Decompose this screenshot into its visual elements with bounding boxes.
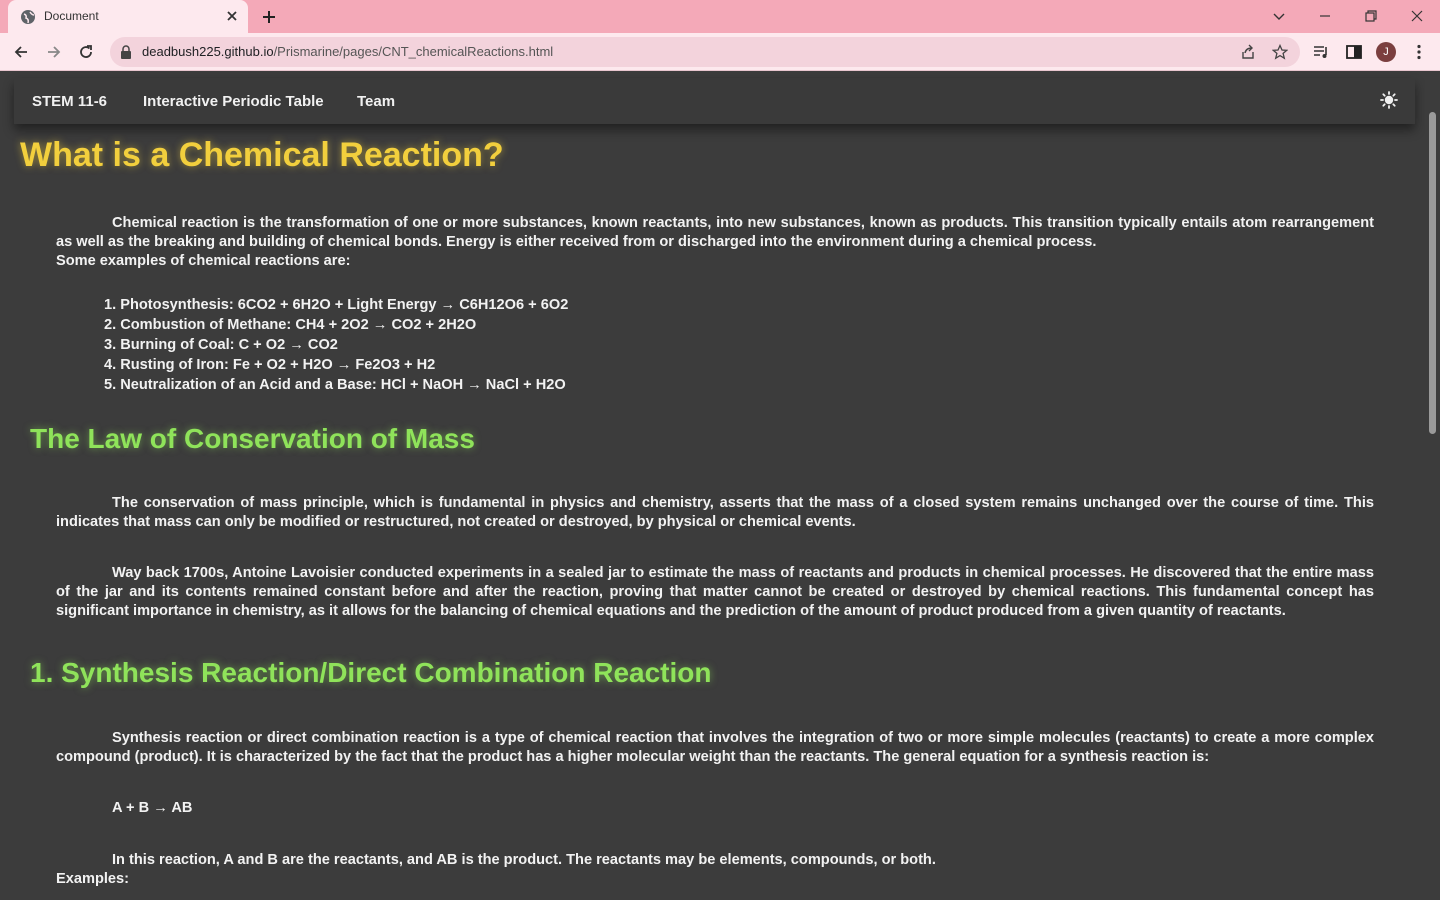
tab-title: Document bbox=[44, 9, 99, 23]
url-host: deadbush225.github.io bbox=[142, 44, 274, 59]
list-item: 1. Photosynthesis: 6CO2 + 6H2O + Light E… bbox=[104, 297, 569, 313]
page-viewport: STEM 11-6 Interactive Periodic Table Tea… bbox=[0, 72, 1440, 900]
page-title: What is a Chemical Reaction? bbox=[20, 136, 504, 174]
tab-bar: Document bbox=[0, 0, 1440, 33]
list-item: 5. Neutralization of an Acid and a Base:… bbox=[104, 377, 566, 393]
synthesis-equation: A + B → AB bbox=[112, 800, 193, 816]
forward-icon[interactable] bbox=[45, 43, 63, 61]
conservation-paragraph-1: The conservation of mass principle, whic… bbox=[56, 494, 1374, 532]
section-heading-synthesis: 1. Synthesis Reaction/Direct Combination… bbox=[30, 657, 712, 688]
scrollbar[interactable] bbox=[1425, 72, 1440, 900]
synthesis-text-1: Synthesis reaction or direct combination… bbox=[56, 730, 1374, 765]
section-heading-conservation: The Law of Conservation of Mass bbox=[30, 423, 475, 454]
nav-link-team[interactable]: Team bbox=[357, 93, 395, 110]
url-path: /Prismarine/pages/CNT_chemicalReactions.… bbox=[273, 44, 554, 59]
site-navbar: STEM 11-6 Interactive Periodic Table Tea… bbox=[14, 78, 1415, 124]
synthesis-text-2: In this reaction, A and B are the reacta… bbox=[112, 852, 936, 868]
more-options-icon[interactable] bbox=[1410, 43, 1428, 61]
media-icon[interactable] bbox=[1312, 43, 1330, 61]
profile-avatar[interactable]: J bbox=[1376, 42, 1396, 62]
share-icon[interactable] bbox=[1240, 44, 1256, 60]
browser-tab[interactable]: Document bbox=[8, 0, 248, 33]
window-close-icon[interactable] bbox=[1408, 7, 1426, 25]
nav-brand-link[interactable]: STEM 11-6 bbox=[32, 93, 107, 110]
chevron-down-icon[interactable] bbox=[1270, 7, 1288, 25]
browser-toolbar: deadbush225.github.io/Prismarine/pages/C… bbox=[0, 33, 1440, 71]
synthesis-paragraph-2: In this reaction, A and B are the reacta… bbox=[56, 851, 1374, 889]
conservation-text-1: The conservation of mass principle, whic… bbox=[56, 495, 1374, 530]
star-icon[interactable] bbox=[1272, 44, 1288, 60]
list-item: 3. Burning of Coal: C + O2 → CO2 bbox=[104, 337, 338, 353]
url-text[interactable]: deadbush225.github.io/Prismarine/pages/C… bbox=[142, 44, 553, 59]
restore-icon[interactable] bbox=[1362, 7, 1380, 25]
reload-icon[interactable] bbox=[77, 43, 95, 61]
intro-paragraph: Chemical reaction is the transformation … bbox=[56, 214, 1374, 271]
minimize-icon[interactable] bbox=[1316, 7, 1334, 25]
lock-icon[interactable] bbox=[120, 45, 132, 59]
globe-icon bbox=[21, 10, 35, 24]
list-item: 4. Rusting of Iron: Fe + O2 + H2O → Fe2O… bbox=[104, 357, 436, 373]
back-icon[interactable] bbox=[12, 43, 30, 61]
examples-list: 1. Photosynthesis: 6CO2 + 6H2O + Light E… bbox=[104, 295, 568, 395]
address-bar[interactable]: deadbush225.github.io/Prismarine/pages/C… bbox=[110, 37, 1300, 67]
synthesis-paragraph-1: Synthesis reaction or direct combination… bbox=[56, 729, 1374, 767]
intro-text: Chemical reaction is the transformation … bbox=[56, 215, 1374, 250]
examples-intro: Some examples of chemical reactions are: bbox=[56, 253, 351, 269]
close-icon[interactable] bbox=[224, 8, 240, 24]
nav-link-periodic-table[interactable]: Interactive Periodic Table bbox=[143, 93, 324, 110]
conservation-text-2: Way back 1700s, Antoine Lavoisier conduc… bbox=[56, 565, 1374, 619]
examples-label: Examples: bbox=[56, 871, 130, 887]
list-item: 2. Combustion of Methane: CH4 + 2O2 → CO… bbox=[104, 317, 477, 333]
conservation-paragraph-2: Way back 1700s, Antoine Lavoisier conduc… bbox=[56, 564, 1374, 621]
sun-icon[interactable] bbox=[1380, 91, 1398, 109]
side-panel-icon[interactable] bbox=[1345, 43, 1363, 61]
new-tab-icon[interactable] bbox=[260, 8, 278, 26]
scrollbar-thumb[interactable] bbox=[1429, 112, 1436, 434]
